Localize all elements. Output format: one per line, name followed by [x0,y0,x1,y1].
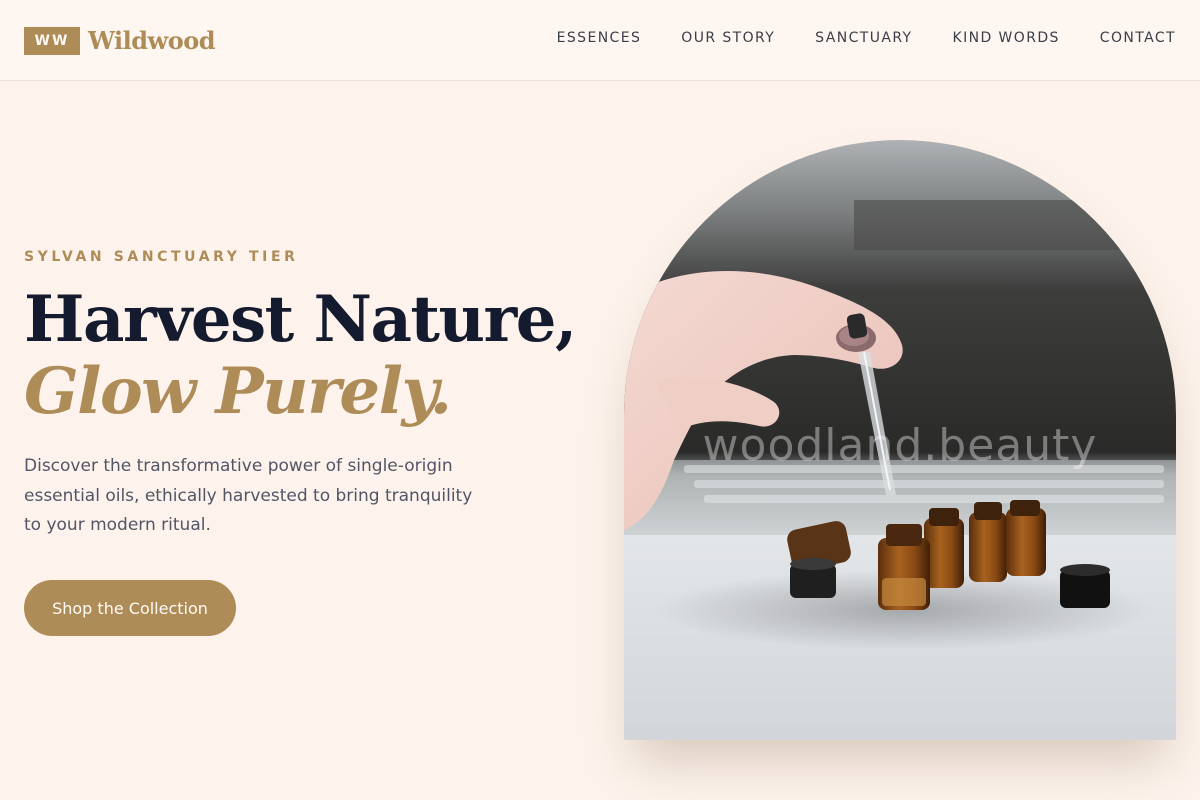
hero-image: woodland.beauty [624,140,1176,740]
brand-name: Wildwood [88,26,216,55]
main-nav: ESSENCES OUR STORY SANCTUARY KIND WORDS … [557,30,1176,46]
image-watermark: woodland.beauty [702,420,1098,471]
site-header: WW Wildwood ESSENCES OUR STORY SANCTUARY… [0,0,1200,81]
hero-headline: Harvest Nature, Glow Purely. [24,282,577,429]
hero-description: Discover the transformative power of sin… [24,456,473,535]
shop-collection-button[interactable]: Shop the Collection [24,580,236,636]
hero-eyebrow: SYLVAN SANCTUARY TIER [24,249,299,265]
hero-headline-line-2: Glow Purely. [24,354,452,429]
nav-item-our-story[interactable]: OUR STORY [681,30,775,46]
nav-item-kind-words[interactable]: KIND WORDS [953,30,1060,46]
nav-item-sanctuary[interactable]: SANCTUARY [815,30,912,46]
nav-item-contact[interactable]: CONTACT [1100,30,1176,46]
nav-item-essences[interactable]: ESSENCES [557,30,642,46]
hero-headline-line-1: Harvest Nature, [24,282,577,357]
brand-logo[interactable]: WW Wildwood [24,26,216,55]
logo-mark: WW [24,26,80,55]
